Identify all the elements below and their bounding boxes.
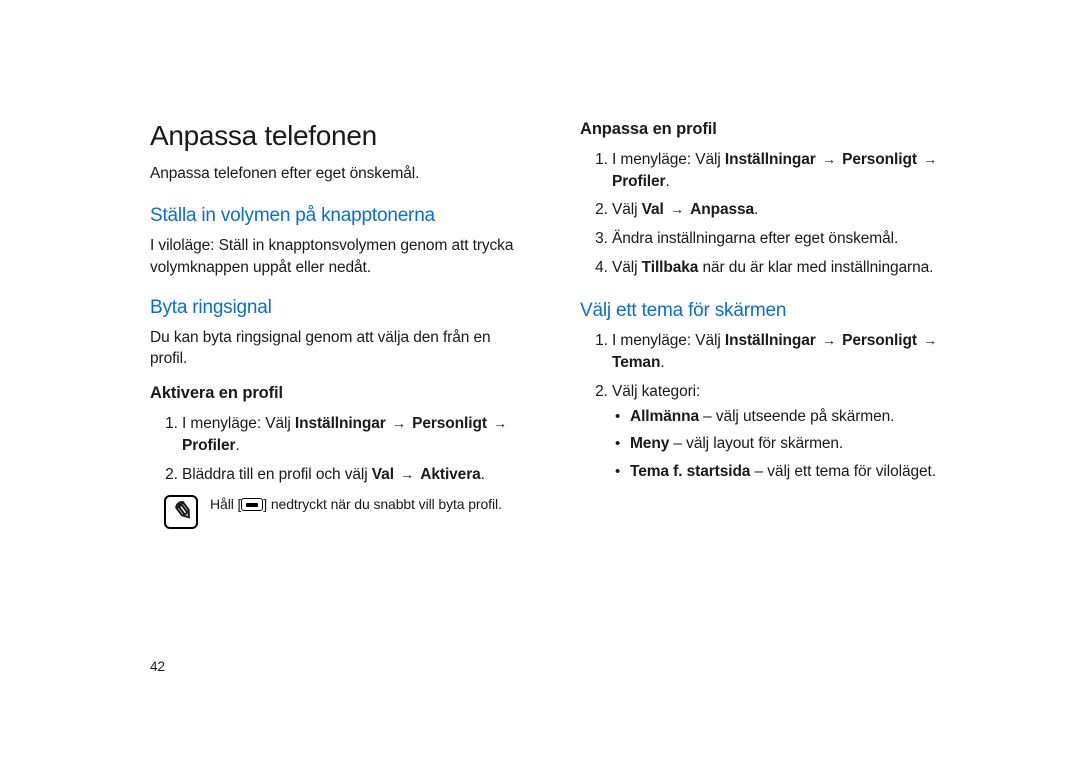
list-item: Välj kategori: Allmänna – välj utseende …: [612, 381, 960, 483]
list-item: Tema f. startsida – välj ett tema för vi…: [612, 461, 960, 483]
step-bold: Val: [372, 466, 394, 483]
list-item: Bläddra till en profil och välj Val → Ak…: [182, 464, 530, 486]
page-number: 42: [150, 659, 165, 674]
step-bold: Inställningar: [725, 151, 816, 168]
step-text: Välj kategori:: [612, 383, 700, 400]
manual-page: Anpassa telefonen Anpassa telefonen efte…: [0, 0, 1080, 769]
option-desc: – välj ett tema för viloläget.: [750, 463, 936, 480]
section-ringtone-body: Du kan byta ringsignal genom att välja d…: [150, 327, 530, 370]
step-bold: Personligt: [842, 332, 917, 349]
step-text: I menyläge: Välj: [612, 332, 725, 349]
arrow-icon: →: [491, 414, 509, 434]
arrow-icon: →: [820, 331, 838, 351]
section-volume-body: I viloläge: Ställ in knapptonsvolymen ge…: [150, 235, 530, 278]
step-bold: Inställningar: [725, 332, 816, 349]
arrow-icon: →: [398, 465, 416, 485]
step-bold: Inställningar: [295, 415, 386, 432]
key-icon: [241, 498, 263, 511]
list-item: I menyläge: Välj Inställningar → Personl…: [182, 413, 530, 456]
step-bold: Tillbaka: [642, 259, 699, 276]
step-bold: Teman: [612, 354, 660, 371]
activate-profile-steps: I menyläge: Välj Inställningar → Personl…: [150, 413, 530, 485]
section-theme-heading: Välj ett tema för skärmen: [580, 300, 960, 322]
arrow-icon: →: [921, 331, 939, 351]
list-item: Välj Val → Anpassa.: [612, 199, 960, 221]
page-caption: Anpassa telefonen efter eget önskemål.: [150, 164, 530, 183]
theme-options: Allmänna – välj utseende på skärmen. Men…: [612, 406, 960, 483]
step-bold: Anpassa: [690, 201, 754, 218]
list-item: I menyläge: Välj Inställningar → Personl…: [612, 149, 960, 192]
step-text: I menyläge: Välj: [612, 151, 725, 168]
step-bold: Val: [642, 201, 664, 218]
step-text: I menyläge: Välj: [182, 415, 295, 432]
step-bold: Profiler: [182, 437, 235, 454]
list-item: Allmänna – välj utseende på skärmen.: [612, 406, 960, 428]
list-item: I menyläge: Välj Inställningar → Personl…: [612, 330, 960, 373]
activate-profile-heading: Aktivera en profil: [150, 384, 530, 403]
right-column: Anpassa en profil I menyläge: Välj Instä…: [580, 120, 960, 529]
option-name: Allmänna: [630, 408, 699, 425]
note-fragment: ] nedtryckt när du snabbt vill byta prof…: [263, 496, 502, 512]
two-column-layout: Anpassa telefonen Anpassa telefonen efte…: [150, 120, 960, 529]
arrow-icon: →: [390, 414, 408, 434]
note-block: ✎ Håll [ ] nedtryckt när du snabbt vill b…: [150, 495, 530, 529]
note-fragment: Håll [: [210, 496, 241, 512]
step-bold: Personligt: [842, 151, 917, 168]
step-bold: Aktivera: [420, 466, 480, 483]
customise-profile-heading: Anpassa en profil: [580, 120, 960, 139]
step-text: Välj: [612, 201, 642, 218]
option-name: Tema f. startsida: [630, 463, 750, 480]
page-title: Anpassa telefonen: [150, 120, 530, 152]
step-bold: Personligt: [412, 415, 487, 432]
option-desc: – välj layout för skärmen.: [669, 435, 843, 452]
step-text: när du är klar med inställningarna.: [698, 259, 933, 276]
left-column: Anpassa telefonen Anpassa telefonen efte…: [150, 120, 530, 529]
arrow-icon: →: [820, 150, 838, 170]
option-name: Meny: [630, 435, 669, 452]
list-item: Meny – välj layout för skärmen.: [612, 433, 960, 455]
step-text: Välj: [612, 259, 642, 276]
customise-profile-steps: I menyläge: Välj Inställningar → Personl…: [580, 149, 960, 278]
section-volume-heading: Ställa in volymen på knapptonerna: [150, 205, 530, 227]
step-bold: Profiler: [612, 173, 665, 190]
note-text: Håll [ ] nedtryckt när du snabbt vill byt…: [210, 495, 502, 513]
list-item: Välj Tillbaka när du är klar med inställ…: [612, 257, 960, 279]
theme-steps: I menyläge: Välj Inställningar → Personl…: [580, 330, 960, 482]
arrow-icon: →: [921, 150, 939, 170]
section-ringtone-heading: Byta ringsignal: [150, 297, 530, 319]
option-desc: – välj utseende på skärmen.: [699, 408, 894, 425]
list-item: Ändra inställningarna efter eget önskemå…: [612, 228, 960, 250]
step-text: Bläddra till en profil och välj: [182, 466, 372, 483]
note-icon: ✎: [164, 495, 198, 529]
arrow-icon: →: [668, 200, 686, 220]
